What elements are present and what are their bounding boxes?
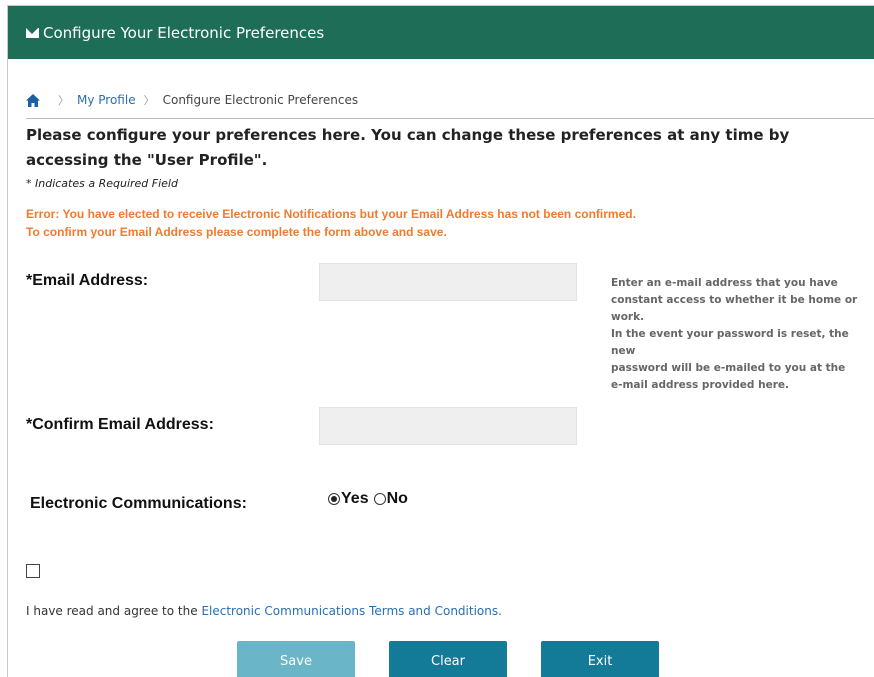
- radio-yes-label[interactable]: Yes: [341, 490, 369, 508]
- help-line: In the event your password is reset, the…: [611, 328, 849, 357]
- help-line: e-mail address provided here.: [611, 379, 789, 391]
- preferences-panel: Configure Your Electronic Preferences 〉 …: [7, 5, 874, 677]
- radio-yes[interactable]: [328, 493, 340, 505]
- agree-terms-label: I have read and agree to the: [26, 604, 202, 618]
- save-button[interactable]: Save: [237, 641, 355, 677]
- required-note: * Indicates a Required Field: [26, 177, 178, 190]
- email-label: *Email Address:: [26, 272, 149, 289]
- terms-link[interactable]: Electronic Communications Terms and Cond…: [201, 604, 502, 618]
- electronic-communications-label: Electronic Communications:: [30, 495, 247, 512]
- breadcrumb-separator: 〉: [143, 94, 155, 107]
- radio-no[interactable]: [373, 493, 386, 505]
- panel-title: Configure Your Electronic Preferences: [43, 23, 325, 42]
- help-line: constant access to whether it be home or: [611, 294, 858, 306]
- error-message: Error: You have elected to receive Elect…: [26, 205, 636, 241]
- breadcrumb-separator: 〉: [58, 94, 69, 107]
- panel-header: Configure Your Electronic Preferences: [8, 6, 874, 59]
- help-line: password will be e-mailed to you at the: [611, 362, 846, 374]
- breadcrumb-my-profile[interactable]: My Profile: [77, 93, 136, 107]
- confirm-email-field[interactable]: [319, 407, 577, 445]
- help-line: work.: [611, 311, 645, 323]
- clear-button[interactable]: Clear: [389, 641, 507, 677]
- exit-button[interactable]: Exit: [541, 641, 659, 677]
- breadcrumb-current: Configure Electronic Preferences: [162, 93, 359, 107]
- divider: [26, 118, 874, 119]
- envelope-icon: [26, 27, 39, 38]
- intro-text: Please configure your preferences here. …: [26, 126, 790, 169]
- error-line: Error: You have elected to receive Elect…: [26, 207, 636, 221]
- radio-no-label[interactable]: No: [387, 490, 408, 508]
- email-help-text: Enter an e-mail address that you have co…: [611, 275, 874, 394]
- breadcrumb: 〉 My Profile 〉 Configure Electronic Pref…: [26, 92, 358, 108]
- email-field[interactable]: [319, 263, 577, 301]
- error-line: To confirm your Email Address please com…: [26, 225, 447, 239]
- home-icon[interactable]: [26, 93, 40, 107]
- help-line: Enter an e-mail address that you have: [611, 277, 838, 289]
- electronic-communications-radio-group: Yes No: [328, 490, 408, 508]
- confirm-email-label: *Confirm Email Address:: [26, 416, 214, 433]
- agree-terms-text: I have read and agree to the Electronic …: [26, 604, 502, 618]
- agree-terms-checkbox[interactable]: [26, 564, 40, 578]
